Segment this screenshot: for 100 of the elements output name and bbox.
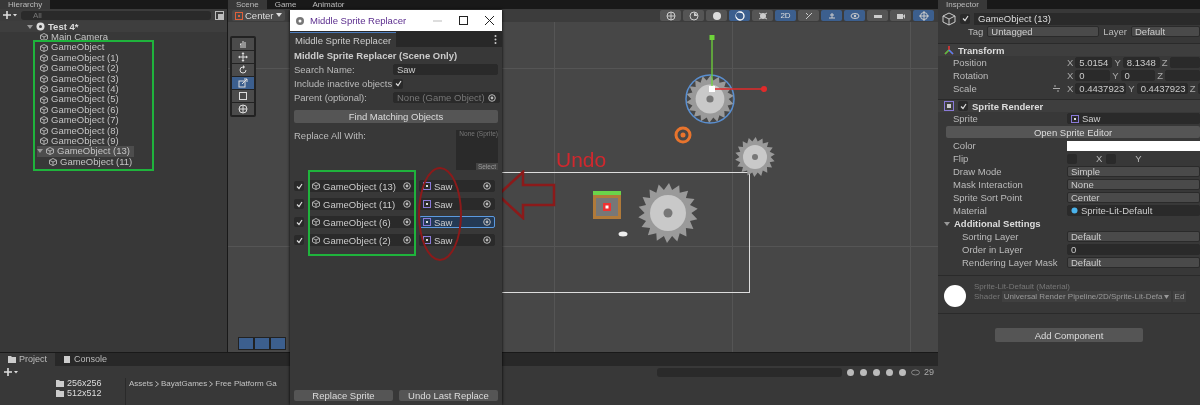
panel-tab[interactable]: Animator [304,0,353,9]
edit-button[interactable]: Ed [1172,291,1187,302]
object-field[interactable]: GameObject (11) [308,198,415,210]
panel-tab[interactable]: Inspector [938,0,987,9]
sprite-field[interactable]: Saw [419,234,495,246]
hierarchy-item[interactable]: GameObject (2) [40,63,119,74]
object-field[interactable]: GameObject (2) [308,234,415,246]
object-picker-icon[interactable] [403,236,411,244]
layer-dropdown[interactable]: Default [1131,26,1200,37]
color-field[interactable] [1067,140,1200,151]
breadcrumb-link[interactable]: Assets [129,379,153,388]
window-tab[interactable]: Middle Sprite Replacer [290,32,397,47]
dropdown[interactable]: Center [1067,192,1200,203]
object-picker-icon[interactable] [403,182,411,190]
foldout-arrow-icon[interactable] [37,148,43,155]
hierarchy-item[interactable]: GameObject (5) [40,94,119,105]
hierarchy-item[interactable]: GameObject (11) [49,156,133,168]
folder-item[interactable]: 512x512 [56,388,125,398]
scene-toolbar-button[interactable] [844,10,865,21]
maximize-icon[interactable] [459,16,468,25]
number-field[interactable]: 0 [1075,70,1111,81]
sprite-field[interactable]: Saw [419,180,495,192]
object-picker-icon[interactable] [403,218,411,226]
object-picker-icon[interactable] [483,200,491,208]
scene-toolbar-button[interactable] [683,10,704,21]
more-options-icon[interactable] [494,34,497,44]
scene-toolbar-button[interactable] [660,10,681,21]
hierarchy-item[interactable]: GameObject (7) [40,115,119,126]
number-field[interactable]: 0.4437923 [1136,83,1188,94]
scene-toolbar-button[interactable] [798,10,819,21]
tool-button[interactable] [232,64,254,76]
input-field[interactable]: Saw [393,64,498,75]
panel-tab[interactable]: Console [55,353,116,366]
name-field[interactable]: GameObject (13) [974,12,1200,25]
hierarchy-item[interactable]: GameObject (9) [40,135,119,147]
foldout-header[interactable]: Additional Settings [938,217,1200,230]
scene-toolbar-button[interactable] [752,10,773,21]
dropdown[interactable]: Default [1067,231,1200,242]
scene-visibility-icon[interactable] [215,10,224,20]
object-field[interactable]: GameObject (6) [308,216,415,228]
object-picker-icon[interactable] [487,93,496,102]
open-sprite-editor-button[interactable]: Open Sprite Editor [946,126,1200,138]
panel-tab[interactable]: Game [266,0,305,9]
action-button[interactable]: Undo Last Replace [399,390,498,401]
hierarchy-item[interactable]: GameObject (3) [40,73,119,84]
object-field[interactable]: Sprite-Lit-Default [1067,205,1200,216]
object-picker-icon[interactable] [403,200,411,208]
component-header[interactable]: Transform [938,43,1200,56]
hierarchy-item[interactable]: Main Camera [40,32,109,43]
add-menu-icon[interactable] [3,10,17,20]
component-header[interactable]: Sprite Renderer [938,99,1200,112]
number-field[interactable]: 5.0154 [1075,57,1113,68]
dropdown[interactable]: None [1067,179,1200,190]
tool-button[interactable] [232,38,254,50]
close-icon[interactable] [485,16,494,25]
tool-button[interactable] [232,77,254,89]
tool-button[interactable] [232,51,254,63]
number-field[interactable]: 0.4437923 [1075,83,1127,94]
find-button[interactable]: Find Matching Objects [294,110,498,123]
enabled-checkbox[interactable] [958,101,968,111]
number-field[interactable]: 8.1348 [1122,57,1160,68]
object-field[interactable]: GameObject (13) [308,180,415,192]
folder-item[interactable]: 256x256 [56,378,125,388]
hierarchy-item[interactable]: GameObject [40,42,105,53]
panel-tab[interactable]: Scene [228,0,267,9]
object-field[interactable]: Saw [1067,113,1200,124]
panel-tab[interactable]: Hierarchy [0,0,51,9]
action-button[interactable]: Replace Sprite [294,390,393,401]
object-picker-icon[interactable] [483,236,491,244]
hierarchy-item[interactable]: GameObject (6) [40,104,119,116]
number-field[interactable]: 0 [1120,70,1156,81]
shader-dropdown[interactable]: Universal Render Pipeline/2D/Sprite-Lit-Defa [1001,291,1171,302]
active-checkbox[interactable] [960,13,970,24]
checkbox[interactable] [294,181,304,191]
hierarchy-item[interactable]: GameObject (1) [40,52,119,64]
hierarchy-item[interactable]: GameObject (13) [37,146,134,157]
tool-button[interactable] [232,90,254,102]
scene-toolbar-button[interactable] [821,10,842,21]
checkbox[interactable] [294,217,304,227]
panel-tab[interactable]: Project [0,353,55,366]
checkbox[interactable] [393,78,403,89]
tag-dropdown[interactable]: Untagged [987,26,1100,37]
link-icon[interactable] [1052,85,1061,92]
breadcrumb-link[interactable]: Free Platform Ga [215,379,277,388]
object-picker-icon[interactable] [483,182,491,190]
checkbox[interactable] [294,199,304,209]
scene-toolbar-button[interactable] [706,10,727,21]
view-mode-toggle[interactable]: 2D [775,10,796,21]
hierarchy-item[interactable]: GameObject (4) [40,83,119,95]
hierarchy-item[interactable]: GameObject (8) [40,125,119,136]
breadcrumb-link[interactable]: BayatGames [161,379,208,388]
sprite-field[interactable]: Saw [419,216,495,228]
scene-toolbar-button[interactable] [867,10,888,21]
object-picker-icon[interactable] [483,218,491,226]
dropdown[interactable]: Simple [1067,166,1200,177]
input-field[interactable]: 0 [1067,244,1200,255]
scene-toolbar-button[interactable] [890,10,911,21]
checkbox[interactable] [294,235,304,245]
scene-toolbar-button[interactable] [913,10,934,21]
add-menu-icon[interactable] [4,367,18,377]
